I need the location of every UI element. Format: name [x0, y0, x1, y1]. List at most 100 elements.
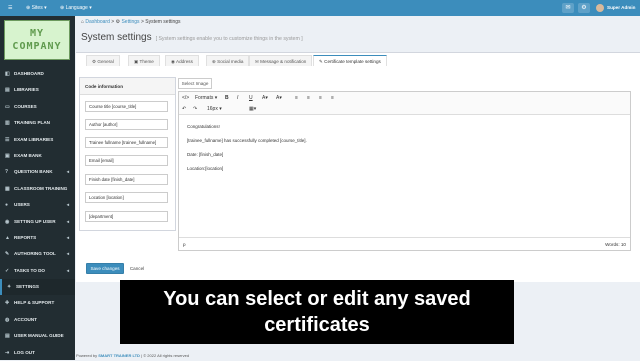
code-email[interactable]: Email [email]	[85, 155, 168, 166]
sidebar-item-label: SETTING UP USER	[14, 218, 56, 224]
sidebar-item-label: TRAINING PLAN	[14, 120, 50, 126]
formats-dropdown[interactable]: Formats ▾	[195, 93, 217, 103]
breadcrumb-dashboard[interactable]: Dashboard	[85, 19, 109, 25]
sidebar-item-label: REPORTS	[14, 234, 37, 240]
sidebar-item-settings[interactable]: ✦ SETTINGS	[0, 279, 75, 296]
logo-text: COMPANY	[12, 41, 62, 52]
breadcrumb-separator: >	[111, 19, 115, 25]
sidebar-item-authoring-tool[interactable]: ✎ AUTHORING TOOL ◂	[0, 246, 75, 262]
code-course-title[interactable]: Course title [course_title]	[85, 101, 168, 112]
sidebar-item-training-plan[interactable]: ▥ TRAINING PLAN	[0, 115, 75, 131]
language-dropdown[interactable]: ⊕ Language ▾	[60, 0, 92, 16]
code-information-heading: Code information	[80, 78, 175, 95]
sidebar-item-dashboard[interactable]: ◧ DASHBOARD	[0, 66, 75, 82]
align-center-icon[interactable]: ≡	[307, 93, 310, 103]
sidebar-item-reports[interactable]: ▲ REPORTS ◂	[0, 230, 75, 246]
account-icon: ◍	[5, 316, 10, 323]
sidebar-item-libraries[interactable]: ▤ LIBRARIES	[0, 82, 75, 98]
sidebar-item-exam-libraries[interactable]: ☰ EXAM LIBRARIES	[0, 132, 75, 148]
tab-certificate-template[interactable]: ✎ Certificate template settings	[313, 55, 387, 66]
logo-text: MY	[29, 28, 45, 39]
sidebar-item-account[interactable]: ◍ ACCOUNT	[0, 312, 75, 328]
tab-social-media[interactable]: ⊕ Social media	[206, 55, 250, 66]
chart-icon: ▲	[5, 234, 10, 241]
font-size-dropdown[interactable]: 16px ▾	[207, 104, 222, 114]
sidebar-item-label: AUTHORING TOOL	[14, 251, 56, 257]
editor-body[interactable]: Congratulations! [trainee_fullname] has …	[179, 116, 630, 235]
code-location[interactable]: Location [location]	[85, 192, 168, 203]
undo-icon[interactable]: ↶	[182, 104, 186, 114]
manual-icon: ▤	[5, 333, 10, 340]
redo-icon[interactable]: ↷	[193, 104, 197, 114]
sidebar-item-users[interactable]: ● USERS ◂	[0, 197, 75, 213]
footer-suffix: | © 2022 All rights reserved	[141, 353, 190, 358]
page-title: System settings[ System settings enable …	[81, 32, 303, 43]
settings-icon[interactable]: ⚙	[578, 3, 590, 13]
editor-toolbar: </> Formats ▾ B I U A▾ A▾ ≡ ≡ ≡ ≡ ↶ ↷ 16…	[179, 92, 630, 115]
underline-icon[interactable]: U	[249, 93, 253, 103]
dashboard-icon: ◧	[5, 71, 10, 77]
italic-icon[interactable]: I	[237, 93, 238, 103]
sidebar-item-label: ACCOUNT	[14, 316, 37, 322]
tab-theme[interactable]: ▣ Theme	[128, 55, 160, 66]
breadcrumb-settings[interactable]: Settings	[121, 19, 139, 25]
sidebar-item-log-out[interactable]: ⇥ LOG OUT	[0, 345, 75, 361]
element-path: p	[183, 242, 186, 247]
table-icon[interactable]: ▦▾	[249, 104, 256, 114]
top-navbar: ☰ ⊕ Sites ▾ ⊕ Language ▾ ✉ ⚙ Super Admin	[0, 0, 640, 16]
help-icon: ✚	[5, 300, 10, 307]
question-icon: ?	[5, 169, 9, 176]
sidebar-item-classroom-training[interactable]: ▦ CLASSROOM TRAINING	[0, 181, 75, 197]
sidebar-item-tasks-to-do[interactable]: ✓ TASKS TO DO ◂	[0, 263, 75, 279]
sidebar-item-courses[interactable]: ▭ COURSES	[0, 99, 75, 115]
text-color-icon[interactable]: A▾	[262, 93, 268, 103]
tab-address[interactable]: ◉ Address	[165, 55, 199, 66]
mail-icon[interactable]: ✉	[562, 3, 574, 13]
source-code-icon[interactable]: </>	[182, 93, 189, 103]
sidebar-item-label: EXAM BANK	[14, 152, 42, 158]
gear-icon: ⚙	[92, 59, 97, 64]
share-icon: ⊕	[212, 59, 216, 64]
background-color-icon[interactable]: A▾	[276, 93, 282, 103]
tab-general[interactable]: ⚙ General	[86, 55, 120, 66]
sidebar-item-label: USER MANUAL GUIDE	[14, 333, 64, 339]
align-left-icon[interactable]: ≡	[295, 93, 298, 103]
sidebar-item-user-manual-guide[interactable]: ▤ USER MANUAL GUIDE	[0, 328, 75, 344]
avatar[interactable]	[596, 4, 604, 12]
tab-label: Message & notification	[260, 59, 307, 64]
hamburger-icon[interactable]: ☰	[8, 0, 12, 16]
footer-brand[interactable]: SMART TRAINER LTD	[98, 353, 140, 358]
select-image-button[interactable]: Select Image	[178, 78, 212, 89]
tab-label: Theme	[139, 59, 154, 64]
sidebar-item-exam-bank[interactable]: ▣ EXAM BANK	[0, 148, 75, 164]
align-justify-icon[interactable]: ≡	[331, 93, 334, 103]
sidebar-item-setting-up-user[interactable]: ◉ SETTING UP USER ◂	[0, 214, 75, 230]
sidebar-item-label: CLASSROOM TRAINING	[14, 185, 68, 191]
logout-icon: ⇥	[5, 349, 10, 356]
code-department[interactable]: [department]	[85, 211, 168, 222]
code-author[interactable]: Author [author]	[85, 119, 168, 130]
code-trainee-fullname[interactable]: Trainee fullname [trainee_fullname]	[85, 137, 168, 148]
pen-icon: ✎	[5, 251, 10, 258]
sites-dropdown[interactable]: ⊕ Sites ▾	[26, 0, 47, 16]
wrench-icon: ✦	[7, 284, 12, 291]
sidebar-item-question-bank[interactable]: ? QUESTION BANK ◂	[0, 164, 75, 180]
caption-line: You can select or edit any saved	[163, 288, 471, 310]
tab-message-notification[interactable]: ✉ Message & notification	[249, 55, 313, 66]
plan-icon: ▥	[5, 120, 10, 127]
tab-label: Certificate template settings	[324, 59, 381, 64]
pin-icon: ◉	[171, 59, 176, 64]
save-changes-button[interactable]: Save changes	[86, 263, 124, 274]
chevron-left-icon: ◂	[66, 218, 69, 224]
code-finish-date[interactable]: Finish date [finish_date]	[85, 174, 168, 185]
breadcrumb-current: System settings	[145, 19, 181, 25]
sidebar-item-help-support[interactable]: ✚ HELP & SUPPORT	[0, 295, 75, 311]
company-logo[interactable]: MY COMPANY	[4, 20, 70, 60]
align-right-icon[interactable]: ≡	[319, 93, 322, 103]
bold-icon[interactable]: B	[225, 93, 229, 103]
breadcrumb: ⌂ Dashboard > ⚙ Settings > System settin…	[81, 19, 181, 25]
user-menu[interactable]: Super Admin	[607, 0, 635, 16]
word-count: Words: 10	[605, 242, 626, 247]
cancel-button[interactable]: Cancel	[126, 263, 148, 274]
bank-icon: ▣	[5, 152, 10, 159]
